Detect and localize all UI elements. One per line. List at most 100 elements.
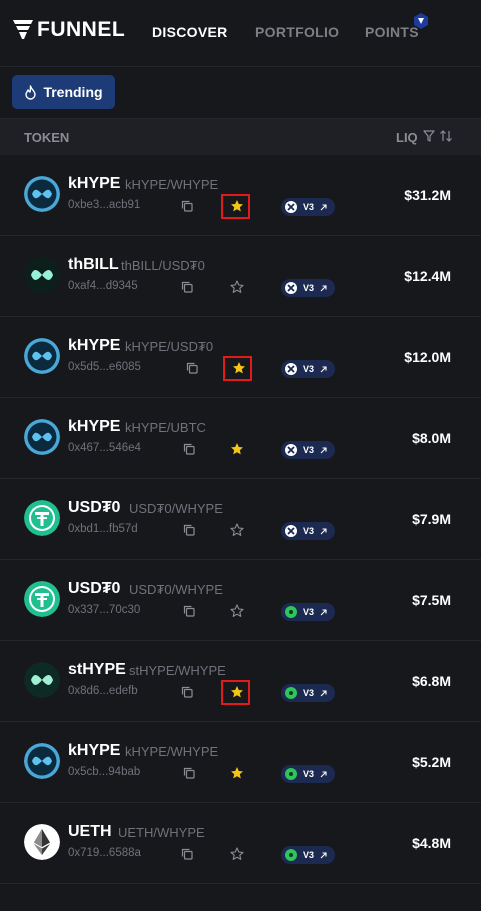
pool-version-label: V3 (303, 364, 315, 374)
trending-button[interactable]: Trending (12, 75, 115, 109)
pool-version-label: V3 (303, 202, 315, 212)
dex-x-icon (285, 525, 297, 537)
nav-portfolio[interactable]: PORTFOLIO (255, 24, 339, 40)
token-address: 0x5cb...94bab (68, 766, 141, 778)
sort-icon[interactable] (439, 129, 453, 143)
token-pair: kHYPE/WHYPE (125, 744, 219, 759)
token-row[interactable]: UETH UETH/WHYPE 0x719...6588a V3 $4.8M (0, 803, 481, 884)
pool-version-badge[interactable]: V3 (281, 603, 335, 621)
external-link-icon (320, 446, 327, 453)
token-icon (24, 257, 60, 293)
token-icon (24, 338, 60, 374)
token-name: thBILL (68, 256, 119, 273)
copy-icon[interactable] (185, 361, 199, 375)
external-link-icon (320, 689, 327, 696)
copy-icon[interactable] (180, 199, 194, 213)
funnel-logo[interactable]: FUNNEL (12, 18, 125, 42)
token-pair: thBILL/USD₮0 (121, 258, 205, 273)
pool-version-label: V3 (303, 526, 315, 536)
token-row[interactable]: kHYPE kHYPE/WHYPE 0xbe3...acb91 V3 $31.2M (0, 155, 481, 236)
star-highlight-box (223, 356, 252, 381)
pool-version-badge[interactable]: V3 (281, 198, 335, 216)
token-pair: kHYPE/UBTC (125, 420, 206, 435)
nav-points[interactable]: POINTS (365, 24, 419, 40)
star-highlight-box (221, 194, 250, 219)
liquidity-value: $8.0M (412, 430, 451, 446)
copy-icon[interactable] (180, 685, 194, 699)
dex-green-icon (285, 849, 297, 861)
star-outline-icon[interactable] (229, 522, 245, 538)
pool-version-badge[interactable]: V3 (281, 360, 335, 378)
token-row[interactable]: stHYPE stHYPE/WHYPE 0x8d6...edefb V3 $6.8M (0, 641, 481, 722)
nav-discover[interactable]: DISCOVER (152, 24, 228, 40)
token-name: kHYPE (68, 742, 121, 759)
thbill-token-icon (24, 257, 60, 293)
star-highlight-box (221, 680, 250, 705)
liquidity-value: $7.5M (412, 592, 451, 608)
external-link-icon (320, 851, 327, 858)
dex-x-icon (285, 282, 297, 294)
trending-label: Trending (43, 84, 103, 100)
usdt0-token-icon (24, 581, 60, 617)
points-badge-icon (414, 13, 428, 29)
filter-icon[interactable] (423, 129, 435, 143)
token-row[interactable]: kHYPE kHYPE/UBTC 0x467...546e4 V3 $8.0M (0, 398, 481, 479)
flame-icon (25, 84, 37, 100)
external-link-icon (320, 608, 327, 615)
liquidity-value: $12.4M (404, 268, 451, 284)
token-row[interactable]: thBILL thBILL/USD₮0 0xaf4...d9345 V3 $12.4M (0, 236, 481, 317)
token-icon (24, 743, 60, 779)
pool-version-label: V3 (303, 850, 315, 860)
dex-green-icon (285, 768, 297, 780)
funnel-logo-icon (13, 20, 33, 39)
copy-icon[interactable] (182, 442, 196, 456)
column-token: TOKEN (24, 130, 70, 145)
ueth-token-icon (24, 824, 60, 860)
token-icon (24, 581, 60, 617)
pool-version-badge[interactable]: V3 (281, 279, 335, 297)
liquidity-value: $4.8M (412, 835, 451, 851)
pool-version-badge[interactable]: V3 (281, 522, 335, 540)
copy-icon[interactable] (180, 280, 194, 294)
dex-x-icon (285, 201, 297, 213)
khype-token-icon (24, 338, 60, 374)
column-liq[interactable]: LIQ (396, 130, 418, 145)
star-filled-icon[interactable] (229, 441, 245, 457)
table-header: TOKEN LIQ (0, 118, 481, 156)
pool-version-label: V3 (303, 445, 315, 455)
external-link-icon (320, 365, 327, 372)
token-row[interactable]: kHYPE kHYPE/USD₮0 0x5d5...e6085 V3 $12.0M (0, 317, 481, 398)
token-name: kHYPE (68, 337, 121, 354)
star-filled-icon[interactable] (229, 765, 245, 781)
star-outline-icon[interactable] (229, 846, 245, 862)
pool-version-badge[interactable]: V3 (281, 441, 335, 459)
pool-version-badge[interactable]: V3 (281, 684, 335, 702)
pool-version-label: V3 (303, 607, 315, 617)
pool-version-badge[interactable]: V3 (281, 846, 335, 864)
token-pair: stHYPE/WHYPE (129, 663, 226, 678)
token-row[interactable]: kHYPE kHYPE/WHYPE 0x5cb...94bab V3 $5.2M (0, 722, 481, 803)
copy-icon[interactable] (182, 604, 196, 618)
token-icon (24, 419, 60, 455)
filter-bar: Trending (0, 67, 481, 119)
token-address: 0x337...70c30 (68, 604, 141, 616)
pool-version-badge[interactable]: V3 (281, 765, 335, 783)
copy-icon[interactable] (180, 847, 194, 861)
star-outline-icon[interactable] (229, 279, 245, 295)
external-link-icon (320, 527, 327, 534)
token-name: stHYPE (68, 661, 126, 678)
copy-icon[interactable] (182, 766, 196, 780)
token-name: UETH (68, 823, 112, 840)
star-outline-icon[interactable] (229, 603, 245, 619)
token-address: 0x8d6...edefb (68, 685, 138, 697)
logo-text: FUNNEL (37, 18, 126, 41)
token-address: 0x467...546e4 (68, 442, 141, 454)
dex-x-icon (285, 363, 297, 375)
token-row[interactable]: USD₮0 USD₮0/WHYPE 0x337...70c30 V3 $7.5M (0, 560, 481, 641)
usdt0-token-icon (24, 500, 60, 536)
token-name: kHYPE (68, 175, 121, 192)
copy-icon[interactable] (182, 523, 196, 537)
token-row[interactable]: USD₮0 USD₮0/WHYPE 0xbd1...fb57d V3 $7.9M (0, 479, 481, 560)
dex-x-icon (285, 444, 297, 456)
token-pair: USD₮0/WHYPE (129, 582, 223, 597)
